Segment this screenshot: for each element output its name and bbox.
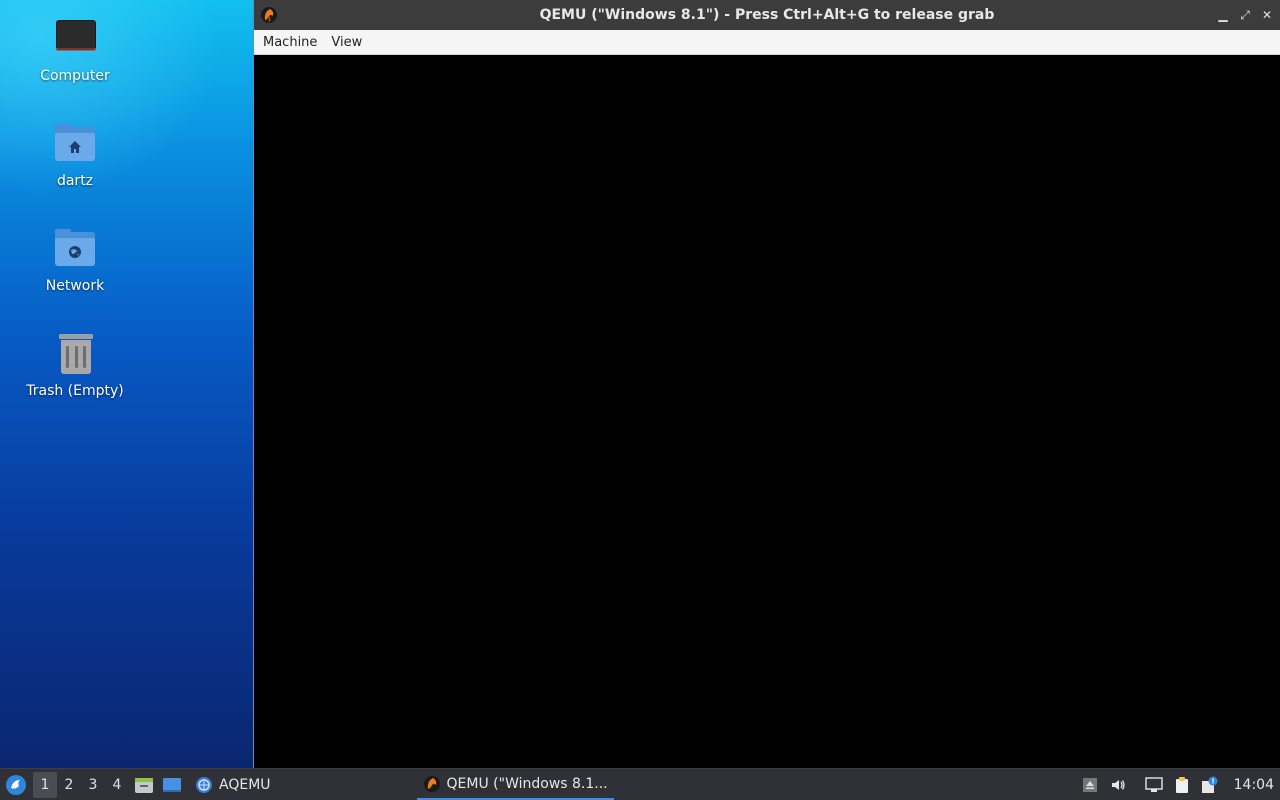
desktop-icon-computer[interactable]: Computer: [15, 16, 135, 84]
desktop-icon-trash[interactable]: Trash (Empty): [15, 331, 135, 399]
vm-display[interactable]: [254, 55, 1280, 768]
desktop-icon-home[interactable]: dartz: [15, 121, 135, 189]
desktop-icon-label: Network: [45, 278, 105, 294]
task-label: QEMU ("Windows 8.1...: [446, 775, 608, 792]
network-icon[interactable]: [1142, 773, 1166, 797]
volume-icon[interactable]: [1106, 773, 1130, 797]
desktop-icon-label: dartz: [56, 173, 94, 189]
task-aqemu[interactable]: AQEMU: [189, 770, 277, 800]
aqemu-icon: [196, 776, 212, 793]
clipboard-icon[interactable]: [1170, 773, 1194, 797]
qemu-window: QEMU ("Windows 8.1") - Press Ctrl+Alt+G …: [253, 0, 1280, 768]
computer-icon: [51, 16, 99, 64]
task-qemu[interactable]: QEMU ("Windows 8.1...: [416, 770, 614, 800]
home-folder-icon: [51, 121, 99, 169]
qemu-icon: [423, 775, 440, 792]
minimize-button[interactable]: ▁: [1214, 6, 1232, 24]
menu-machine[interactable]: Machine: [256, 30, 324, 55]
clock[interactable]: 14:04: [1234, 777, 1274, 793]
menu-view[interactable]: View: [324, 30, 369, 55]
notification-icon[interactable]: [1198, 773, 1222, 797]
task-label: AQEMU: [219, 776, 271, 793]
show-desktop-icon: [163, 777, 181, 792]
workspace-4[interactable]: 4: [105, 772, 129, 798]
maximize-button[interactable]: ⤢: [1236, 6, 1254, 24]
file-manager-launcher[interactable]: [131, 772, 157, 798]
window-titlebar[interactable]: QEMU ("Windows 8.1") - Press Ctrl+Alt+G …: [254, 0, 1280, 30]
file-manager-icon: [135, 777, 153, 793]
window-title: QEMU ("Windows 8.1") - Press Ctrl+Alt+G …: [539, 7, 995, 23]
eject-icon[interactable]: [1078, 773, 1102, 797]
workspace-1[interactable]: 1: [33, 771, 57, 798]
menubar: Machine View: [254, 30, 1280, 55]
desktop-icon-network[interactable]: Network: [15, 226, 135, 294]
desktop-icon-label: Trash (Empty): [26, 383, 124, 399]
workspace-2[interactable]: 2: [57, 772, 81, 798]
workspace-3[interactable]: 3: [81, 772, 105, 798]
show-desktop-launcher[interactable]: [159, 772, 185, 798]
trash-icon: [51, 331, 99, 379]
start-menu-icon[interactable]: [5, 774, 27, 796]
network-folder-icon: [51, 226, 99, 274]
taskbar: 1 2 3 4 AQEMU QEMU ("Windows 8.1... 14:0…: [0, 768, 1280, 800]
desktop-icon-label: Computer: [40, 68, 110, 84]
close-button[interactable]: ✕: [1258, 6, 1276, 24]
